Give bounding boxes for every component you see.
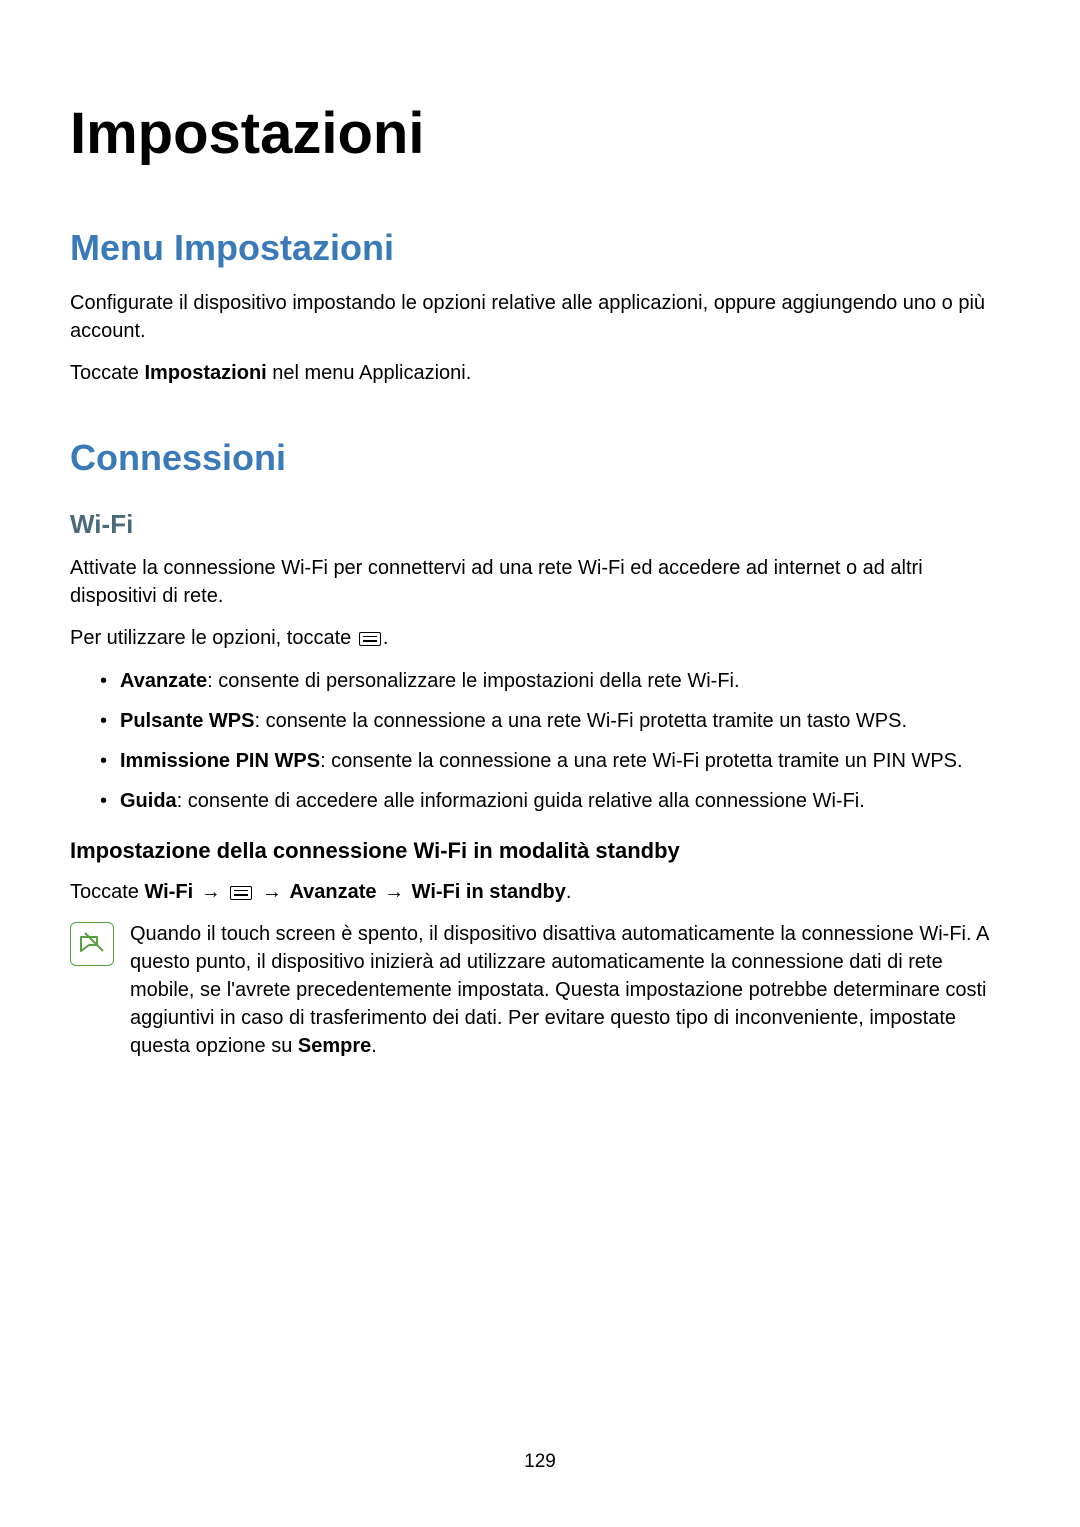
list-item: Immissione PIN WPS: consente la connessi…: [100, 746, 1010, 776]
paragraph: Configurate il dispositivo impostando le…: [70, 289, 1010, 345]
subsection-heading-wifi: Wi-Fi: [70, 509, 1010, 540]
arrow-icon: →: [379, 881, 410, 903]
text: Quando il touch screen è spento, il disp…: [130, 923, 988, 1057]
bullet-list: Avanzate: consente di personalizzare le …: [70, 666, 1010, 816]
text-bold: Sempre: [298, 1035, 371, 1057]
note-callout: Quando il touch screen è spento, il disp…: [70, 920, 1010, 1060]
list-item: Guida: consente di accedere alle informa…: [100, 786, 1010, 816]
arrow-icon: →: [256, 881, 287, 903]
list-item: Pulsante WPS: consente la connessione a …: [100, 706, 1010, 736]
text: Toccate: [70, 362, 144, 384]
menu-icon: [359, 632, 381, 646]
document-page: Impostazioni Menu Impostazioni Configura…: [0, 0, 1080, 1060]
text-bold: Immissione PIN WPS: [120, 750, 320, 772]
list-item: Avanzate: consente di personalizzare le …: [100, 666, 1010, 696]
paragraph: Per utilizzare le opzioni, toccate .: [70, 624, 1010, 652]
text-bold: Wi-Fi in standby: [412, 881, 566, 903]
text: : consente la connessione a una rete Wi-…: [320, 750, 963, 772]
text: .: [383, 627, 389, 649]
text: : consente di accedere alle informazioni…: [177, 790, 865, 812]
text: Per utilizzare le opzioni, toccate: [70, 627, 357, 649]
paragraph-path: Toccate Wi-Fi → → Avanzate → Wi-Fi in st…: [70, 878, 1010, 906]
text-bold: Guida: [120, 790, 177, 812]
note-text: Quando il touch screen è spento, il disp…: [130, 920, 1010, 1060]
text-bold: Impostazioni: [144, 362, 266, 384]
section-heading-connessioni: Connessioni: [70, 437, 1010, 479]
text: : consente la connessione a una rete Wi-…: [254, 710, 907, 732]
text-bold: Avanzate: [289, 881, 376, 903]
text: : consente di personalizzare le impostaz…: [207, 670, 739, 692]
menu-icon: [230, 886, 252, 900]
text-bold: Wi-Fi: [144, 881, 193, 903]
text: Toccate: [70, 881, 144, 903]
arrow-icon: →: [195, 881, 226, 903]
text-bold: Pulsante WPS: [120, 710, 254, 732]
subsubsection-heading-wifi-standby: Impostazione della connessione Wi-Fi in …: [70, 838, 1010, 864]
paragraph: Toccate Impostazioni nel menu Applicazio…: [70, 359, 1010, 387]
text: .: [371, 1035, 377, 1057]
page-title: Impostazioni: [70, 100, 1010, 167]
page-number: 129: [0, 1451, 1080, 1473]
note-icon: [70, 922, 114, 966]
section-heading-menu-impostazioni: Menu Impostazioni: [70, 227, 1010, 269]
text-bold: Avanzate: [120, 670, 207, 692]
paragraph: Attivate la connessione Wi-Fi per connet…: [70, 554, 1010, 610]
text: nel menu Applicazioni.: [267, 362, 472, 384]
text: .: [566, 881, 572, 903]
